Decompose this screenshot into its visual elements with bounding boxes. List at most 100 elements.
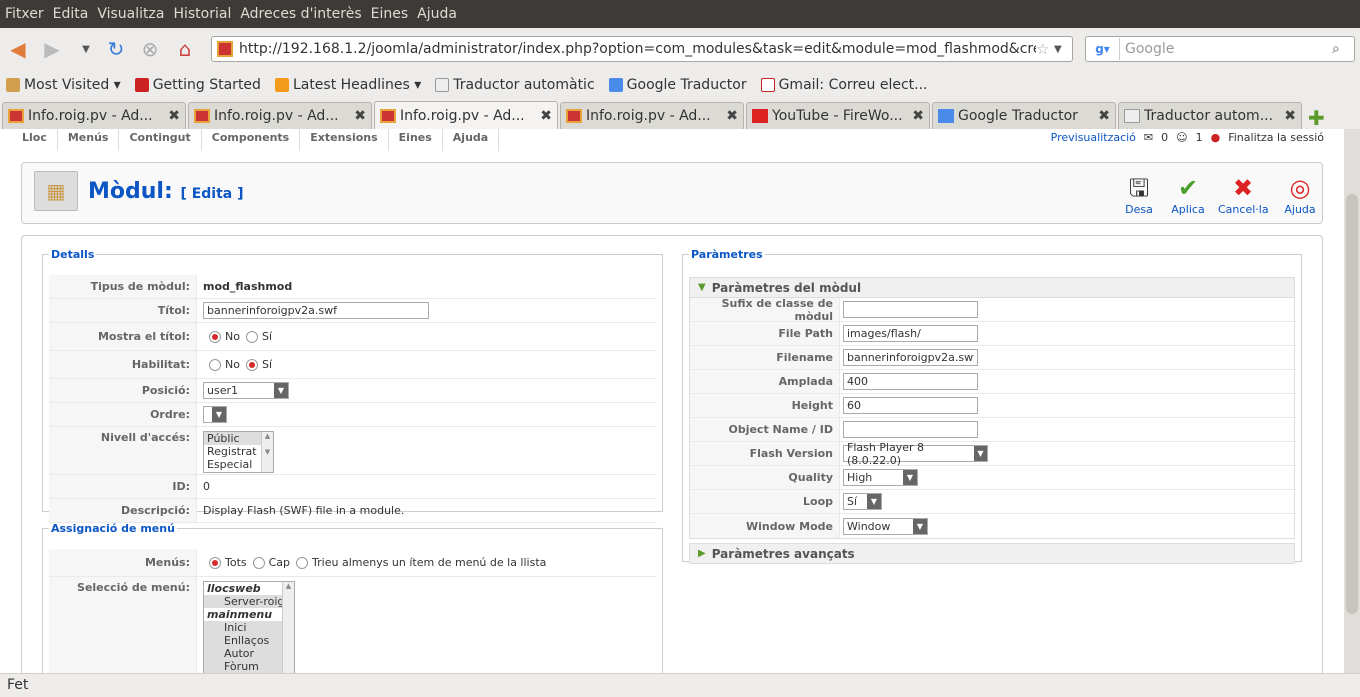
show-title-no-radio[interactable]	[209, 330, 221, 343]
help-button[interactable]: ◎ Ajuda	[1275, 173, 1325, 216]
messages-count: 0	[1161, 131, 1169, 144]
menu-file[interactable]: Fitxer	[5, 6, 44, 22]
page-scrollbar[interactable]	[1344, 129, 1360, 673]
save-button[interactable]: 🖫 Desa	[1114, 173, 1164, 216]
home-icon[interactable]: ⌂	[173, 37, 197, 61]
back-icon[interactable]: ◀	[6, 37, 30, 61]
logout-link[interactable]: Finalitza la sessió	[1228, 131, 1324, 144]
loop-select[interactable]: Sí ▼	[843, 493, 882, 510]
menus-none-radio[interactable]	[252, 556, 265, 569]
cancel-button[interactable]: ✖ Cancel·la	[1218, 173, 1269, 216]
menus-select-radio[interactable]	[296, 556, 309, 569]
close-icon[interactable]: ✖	[726, 108, 738, 124]
bookmark-gmail[interactable]: Gmail: Correu elect...	[760, 77, 927, 93]
history-dropdown-icon[interactable]: ▼	[74, 37, 98, 61]
row-position: Posició: user1 ▼	[49, 379, 657, 403]
close-icon[interactable]: ✖	[1284, 108, 1296, 124]
bookmark-latest-headlines[interactable]: Latest Headlines ▾	[274, 77, 421, 93]
tab-traductor-automatic[interactable]: Traductor autom... ✖	[1118, 102, 1302, 129]
stop-icon[interactable]: ⊗	[138, 37, 162, 61]
url-dropdown-icon[interactable]: ▼	[1054, 44, 1072, 55]
search-input[interactable]: Google	[1120, 41, 1332, 57]
bookmark-traductor-automatic[interactable]: Traductor automàtic	[435, 77, 595, 93]
position-select[interactable]: user1 ▼	[203, 382, 289, 399]
logout-icon: ●	[1210, 131, 1221, 144]
tab-info-roig-1[interactable]: Info.roig.pv - Ad... ✖	[2, 102, 186, 129]
flash-version-select[interactable]: Flash Player 8 (8.0.22.0) ▼	[843, 441, 988, 467]
menu-item-server-roig[interactable]: Server-roig	[204, 595, 294, 608]
jmenu-extensions[interactable]: Extensions	[300, 129, 389, 151]
close-icon[interactable]: ✖	[168, 108, 180, 124]
show-title-yes-radio[interactable]	[245, 330, 258, 343]
tab-info-roig-4[interactable]: Info.roig.pv - Ad... ✖	[560, 102, 744, 129]
joomla-favicon-icon	[8, 109, 24, 123]
module-params-panel-header[interactable]: ▼ Paràmetres del mòdul	[689, 277, 1295, 298]
users-count: 1	[1195, 131, 1203, 144]
menu-history[interactable]: Historial	[173, 6, 231, 22]
filename-input[interactable]	[843, 349, 978, 366]
tab-info-roig-2[interactable]: Info.roig.pv - Ad... ✖	[188, 102, 372, 129]
close-icon[interactable]: ✖	[354, 108, 366, 124]
menus-all-radio[interactable]	[209, 556, 221, 569]
bookmark-getting-started[interactable]: Getting Started	[134, 77, 261, 93]
search-icon[interactable]: ⌕	[1332, 41, 1354, 57]
tab-strip: Info.roig.pv - Ad... ✖ Info.roig.pv - Ad.…	[0, 101, 1360, 129]
bookmark-most-visited[interactable]: Most Visited ▾	[6, 77, 121, 93]
menu-bookmarks[interactable]: Adreces d'interès	[240, 6, 361, 22]
enabled-yes-radio[interactable]	[245, 358, 258, 371]
scrollbar-thumb[interactable]	[1346, 194, 1358, 614]
google-engine-icon[interactable]: g▾	[1086, 38, 1120, 60]
enabled-no-radio[interactable]	[209, 358, 221, 371]
jmenu-components[interactable]: Components	[202, 129, 301, 151]
jmenu-content[interactable]: Contingut	[119, 129, 202, 151]
close-icon[interactable]: ✖	[540, 108, 552, 124]
title-input[interactable]	[203, 302, 429, 319]
list-scrollbar[interactable]: ▲	[282, 582, 294, 673]
order-select[interactable]: ▼	[203, 406, 227, 423]
window-mode-select[interactable]: Window ▼	[843, 517, 928, 535]
jmenu-site[interactable]: Lloc	[12, 129, 58, 151]
tab-info-roig-3[interactable]: Info.roig.pv - Ad... ✖	[374, 101, 558, 129]
menu-selection-list[interactable]: llocsweb Server-roig mainmenu Inici Enll…	[203, 581, 295, 673]
forward-icon[interactable]: ▶	[40, 37, 64, 61]
tab-google-traductor[interactable]: Google Traductor ✖	[932, 102, 1116, 129]
menu-item-enllacos[interactable]: Enllaços	[204, 634, 294, 647]
access-list[interactable]: Públic Registrat Especial ▲ ▼	[203, 431, 274, 473]
height-input[interactable]	[843, 397, 978, 414]
object-name-input[interactable]	[843, 421, 978, 438]
menu-view[interactable]: Visualitza	[97, 6, 164, 22]
quality-select[interactable]: High ▼	[843, 469, 918, 486]
page-content: Lloc Menús Contingut Components Extensio…	[0, 129, 1344, 673]
file-path-input[interactable]	[843, 325, 978, 342]
menu-help[interactable]: Ajuda	[417, 6, 457, 22]
suffix-input[interactable]	[843, 301, 978, 318]
advanced-params-panel-header[interactable]: ▶ Paràmetres avançats	[689, 543, 1295, 564]
menu-item-inici[interactable]: Inici	[204, 621, 294, 634]
reload-icon[interactable]: ↻	[104, 37, 128, 61]
search-box[interactable]: g▾ Google ⌕	[1085, 36, 1355, 62]
menu-item-forum[interactable]: Fòrum	[204, 660, 294, 673]
translate-icon	[608, 78, 623, 92]
row-filename: Filename	[690, 346, 1296, 370]
close-icon[interactable]: ✖	[1098, 108, 1110, 124]
chevron-down-icon: ▼	[867, 494, 881, 509]
menu-item-autor[interactable]: Autor	[204, 647, 294, 660]
bookmark-star-icon[interactable]: ☆	[1036, 40, 1054, 58]
menu-edit[interactable]: Edita	[53, 6, 89, 22]
menu-group-mainmenu: mainmenu	[204, 608, 294, 621]
list-scrollbar[interactable]: ▲ ▼	[261, 432, 273, 472]
jmenu-help[interactable]: Ajuda	[443, 129, 500, 151]
preview-link[interactable]: Previsualització	[1051, 131, 1136, 144]
url-bar[interactable]: http://192.168.1.2/joomla/administrator/…	[211, 36, 1073, 62]
bookmark-google-traductor[interactable]: Google Traductor	[608, 77, 747, 93]
new-tab-icon[interactable]: ✚	[1308, 106, 1325, 130]
close-icon[interactable]: ✖	[912, 108, 924, 124]
menu-tools[interactable]: Eines	[371, 6, 409, 22]
tab-youtube[interactable]: YouTube - FireWo... ✖	[746, 102, 930, 129]
apply-button[interactable]: ✔ Aplica	[1163, 173, 1213, 216]
jmenu-menus[interactable]: Menús	[58, 129, 120, 151]
row-height: Height	[690, 394, 1296, 418]
chevron-down-icon: ▼	[903, 470, 917, 485]
width-input[interactable]	[843, 373, 978, 390]
jmenu-tools[interactable]: Eines	[389, 129, 443, 151]
